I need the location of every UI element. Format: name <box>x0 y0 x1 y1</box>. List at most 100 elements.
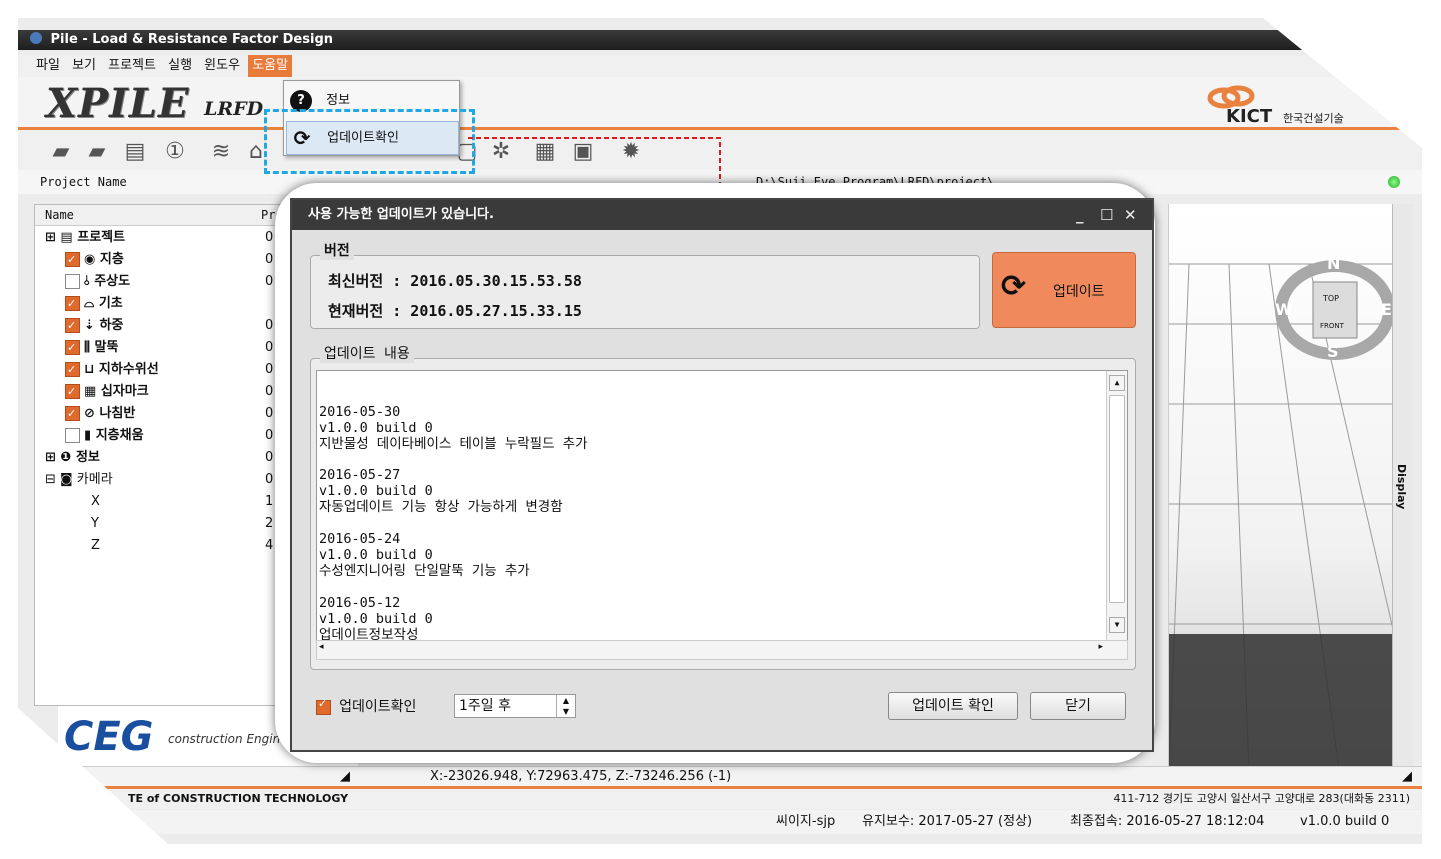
title-bar: Pile - Load & Resistance Factor Design <box>18 30 1422 50</box>
version-label: v1.0.0 build 0 <box>1300 814 1390 829</box>
scroll-thumb[interactable] <box>1109 395 1125 603</box>
auto-check-checkbox[interactable] <box>316 697 331 715</box>
target-icon: ◉ <box>84 252 96 267</box>
checkbox[interactable] <box>65 315 80 337</box>
dialog-title: 사용 가능한 업데이트가 있습니다. <box>308 207 494 222</box>
compass-s: S <box>1327 342 1339 361</box>
content-group-label: 업데이트 내용 <box>320 343 414 363</box>
tree-item-pile[interactable]: ⫼ 말뚝 <box>65 337 118 359</box>
tree-item-groundwater[interactable]: ⊔ 지하수위선 <box>65 359 159 381</box>
tree-item-project[interactable]: ⊞ ▤ 프로젝트 <box>45 227 125 249</box>
3d-viewport[interactable]: N S W E TOP FRONT <box>1168 204 1401 769</box>
check-update-button[interactable]: 업데이트 확인 <box>888 692 1018 720</box>
latest-version: 최신버전 : 2016.05.30.15.53.58 <box>328 272 582 290</box>
tree-item-layer-fill[interactable]: ▮ 지층채움 <box>65 425 144 447</box>
checkbox[interactable] <box>65 293 80 315</box>
tree-item-x[interactable]: X <box>91 491 100 513</box>
fill-icon: ▮ <box>84 428 92 443</box>
borehole-icon: ⫰ <box>84 274 90 289</box>
update-notes-text[interactable]: 2016-05-30 v1.0.0 build 0 지반물성 데이타베이스 테이… <box>316 370 1128 642</box>
close-icon[interactable]: ✕ <box>1124 200 1137 230</box>
compass-e: E <box>1381 300 1392 319</box>
check-interval-select[interactable]: 1주일 후 ▲ ▼ <box>454 694 576 718</box>
update-button[interactable]: ⟳ 업데이트 <box>992 252 1136 328</box>
lrfd-logo: LRFD <box>204 98 264 120</box>
spin-icon[interactable]: ▲ ▼ <box>556 695 575 717</box>
menu-project[interactable]: 프로젝트 <box>104 55 160 77</box>
menu-run[interactable]: 실행 <box>164 55 196 77</box>
footer-row: TE of CONSTRUCTION TECHNOLOGY 411-712 경기… <box>18 789 1422 809</box>
menu-view[interactable]: 보기 <box>68 55 100 77</box>
menu-window[interactable]: 윈도우 <box>200 55 244 77</box>
compass-icon: ⊘ <box>84 406 95 421</box>
maximize-icon[interactable]: ☐ <box>1100 200 1113 230</box>
step-one-icon[interactable]: ① <box>162 138 188 164</box>
camera-icon: ◙ <box>60 472 73 487</box>
compass-w: W <box>1275 300 1293 319</box>
tree-value: 0 <box>265 274 274 289</box>
tree-item-info[interactable]: ⊞ ❶ 정보 <box>45 447 100 469</box>
save-folder-icon[interactable]: ▰ <box>84 138 110 164</box>
minimize-icon[interactable]: _ <box>1076 200 1084 230</box>
compass-n: N <box>1327 254 1341 273</box>
checkbox[interactable] <box>65 428 80 443</box>
tree-item-crossmark[interactable]: ▦ 십자마크 <box>65 381 149 403</box>
compass-widget[interactable]: N S W E TOP FRONT <box>1273 254 1395 361</box>
checkbox[interactable] <box>65 249 80 271</box>
tree-item-z[interactable]: Z <box>91 535 100 557</box>
scroll-right-icon[interactable]: ▸ <box>1098 642 1103 652</box>
tree-item-layer[interactable]: ◉ 지층 <box>65 249 124 271</box>
checkbox[interactable] <box>65 403 80 425</box>
resize-grip-icon: ◢ <box>1402 769 1412 784</box>
menu-file[interactable]: 파일 <box>32 55 64 77</box>
auto-check-row: 업데이트확인 <box>316 696 416 716</box>
kict-logo: KICT <box>1226 106 1273 127</box>
coords-readout: X:-23026.948, Y:72963.475, Z:-73246.256 … <box>430 769 732 784</box>
tree-item-camera[interactable]: ⊟ ◙ 카메라 <box>45 469 113 491</box>
tree-value: 0 <box>265 252 274 267</box>
tree-item-y[interactable]: Y <box>91 513 99 535</box>
tree-value: 0 <box>265 362 274 377</box>
close-button[interactable]: 닫기 <box>1030 692 1126 720</box>
ceg-sub: construction Engine <box>168 732 288 746</box>
tree-value: 0 <box>265 318 274 333</box>
tree-item-foundation[interactable]: ⌓ 기초 <box>65 293 123 315</box>
checkbox[interactable] <box>65 381 80 403</box>
checkbox[interactable] <box>65 337 80 359</box>
institute-name: TE of CONSTRUCTION TECHNOLOGY <box>128 792 349 805</box>
tree-value: 0 <box>265 230 274 245</box>
kict-name: 한국건설기술 <box>1283 112 1344 125</box>
load-icon: ⇣ <box>84 318 95 333</box>
app-icon <box>30 32 42 44</box>
tree-value: 0 <box>265 450 274 465</box>
refresh-icon: ⟳ <box>1001 269 1027 304</box>
open-folder-icon[interactable]: ▰ <box>48 138 74 164</box>
window-title: Pile - Load & Resistance Factor Design <box>50 32 334 47</box>
scroll-up-icon[interactable]: ▲ <box>1109 375 1125 391</box>
display-tab-label: Display <box>1395 464 1408 510</box>
menu-help[interactable]: 도움말 <box>248 55 293 77</box>
foundation-icon: ⌓ <box>84 296 95 311</box>
scroll-left-icon[interactable]: ◂ <box>319 642 324 652</box>
document-icon[interactable]: ▤ <box>122 138 148 164</box>
pile-icon: ⫼ <box>84 340 90 355</box>
checkbox[interactable] <box>65 274 80 289</box>
view-front-label: FRONT <box>1320 322 1344 330</box>
tree-item-compass[interactable]: ⊘ 나침반 <box>65 403 135 425</box>
version-group-label: 버전 <box>320 240 354 260</box>
status-led <box>1388 176 1400 188</box>
tree-value: 0 <box>265 340 274 355</box>
horizontal-scrollbar[interactable]: ◂ ▸ <box>316 640 1128 660</box>
col-name[interactable]: Name <box>45 205 74 225</box>
checkbox[interactable] <box>65 359 80 381</box>
display-tab[interactable]: Display <box>1392 204 1413 769</box>
current-version: 현재버전 : 2016.05.27.15.33.15 <box>328 302 582 320</box>
tree-item-load[interactable]: ⇣ 하중 <box>65 315 123 337</box>
tree-item-borehole[interactable]: ⫰ 주상도 <box>65 271 130 293</box>
maintenance-status: 유지보수: 2017-05-27 (정상) <box>862 814 1033 829</box>
xpile-logo: XPILE <box>46 80 190 127</box>
address: 411-712 경기도 고양시 일산서구 고양대로 283(대화동 2311) <box>1113 792 1410 805</box>
layers-icon[interactable]: ≋ <box>208 138 234 164</box>
scroll-down-icon[interactable]: ▼ <box>1109 617 1125 633</box>
vertical-scrollbar[interactable]: ▲ ▼ <box>1106 371 1127 641</box>
